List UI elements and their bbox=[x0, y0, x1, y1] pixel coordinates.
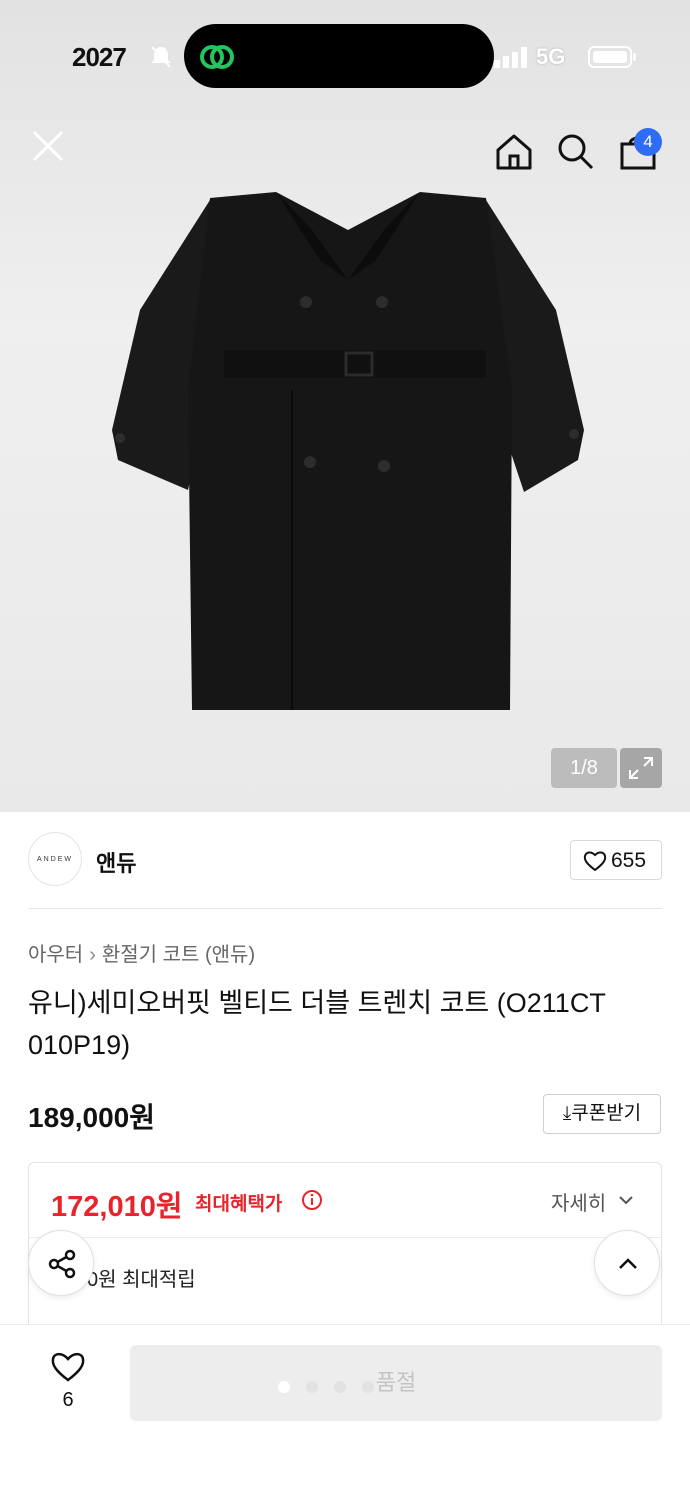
divider bbox=[28, 908, 662, 909]
product-image[interactable] bbox=[100, 190, 596, 720]
search-icon[interactable] bbox=[554, 130, 598, 174]
brand-name[interactable]: 앤듀 bbox=[96, 846, 136, 878]
breadcrumb: 아우터 › 환절기 코트 (앤듀) bbox=[28, 938, 255, 967]
scroll-top-button[interactable] bbox=[594, 1230, 660, 1296]
dot bbox=[306, 1381, 318, 1393]
divider bbox=[29, 1237, 661, 1238]
benefit-box: 172,010원 최대혜택가 자세히 0원 최대적립 bbox=[28, 1162, 662, 1342]
chevron-up-icon bbox=[619, 1258, 637, 1269]
chevron-down-icon[interactable] bbox=[617, 1191, 635, 1209]
brand-logo[interactable]: ANDEW bbox=[28, 832, 82, 886]
product-image-area[interactable] bbox=[0, 0, 690, 812]
close-icon[interactable] bbox=[26, 124, 70, 168]
dot bbox=[334, 1381, 346, 1393]
coupon-button[interactable]: ⤓쿠폰받기 bbox=[543, 1094, 661, 1134]
coupon-label: 쿠폰받기 bbox=[571, 1103, 642, 1124]
product-price: 189,000원 bbox=[28, 1102, 155, 1133]
max-benefit-price: 172,010원 bbox=[51, 1191, 183, 1223]
download-icon: ⤓ bbox=[562, 1103, 572, 1124]
wishlist-count: 6 bbox=[62, 1389, 74, 1411]
dot bbox=[278, 1381, 290, 1393]
share-button[interactable] bbox=[28, 1230, 94, 1296]
soldout-button: 품절 bbox=[130, 1345, 662, 1421]
expand-icon[interactable] bbox=[620, 748, 662, 788]
cart-count-badge: 4 bbox=[634, 128, 662, 156]
heart-icon bbox=[51, 1352, 85, 1382]
status-time: 2027 bbox=[72, 42, 127, 72]
home-icon[interactable] bbox=[492, 130, 536, 174]
image-counter: 1/8 bbox=[551, 748, 617, 788]
link-app-icon bbox=[200, 45, 234, 69]
info-icon[interactable] bbox=[301, 1189, 323, 1211]
brand-row: ANDEW 앤듀 655 bbox=[28, 832, 662, 888]
details-toggle[interactable]: 자세히 bbox=[551, 1187, 606, 1216]
max-benefit-label: 최대혜택가 bbox=[195, 1194, 283, 1215]
bell-muted-icon bbox=[151, 46, 171, 68]
brand-like-count: 655 bbox=[611, 849, 647, 872]
battery-icon bbox=[588, 46, 636, 68]
dot bbox=[362, 1381, 374, 1393]
soldout-label: 품절 bbox=[375, 1370, 417, 1395]
chevron-right-icon: › bbox=[89, 944, 96, 966]
bottom-bar: 6 품절 bbox=[0, 1324, 690, 1500]
max-points-text: 0원 최대적립 bbox=[87, 1269, 196, 1291]
share-icon bbox=[48, 1249, 76, 1279]
breadcrumb-item-category[interactable]: 환절기 코트 (앤듀) bbox=[102, 944, 255, 966]
wishlist-button[interactable]: 6 bbox=[46, 1347, 90, 1419]
status-bar: 2027 5G bbox=[0, 0, 690, 110]
heart-icon bbox=[583, 851, 607, 872]
breadcrumb-item-outer[interactable]: 아우터 bbox=[28, 944, 83, 966]
network-type: 5G bbox=[536, 44, 566, 69]
product-title: 유니)세미오버핏 벨티드 더블 트렌치 코트 (O211CT 010P19) bbox=[28, 988, 606, 1060]
signal-icon bbox=[494, 47, 527, 68]
brand-like-button[interactable]: 655 bbox=[570, 840, 662, 880]
